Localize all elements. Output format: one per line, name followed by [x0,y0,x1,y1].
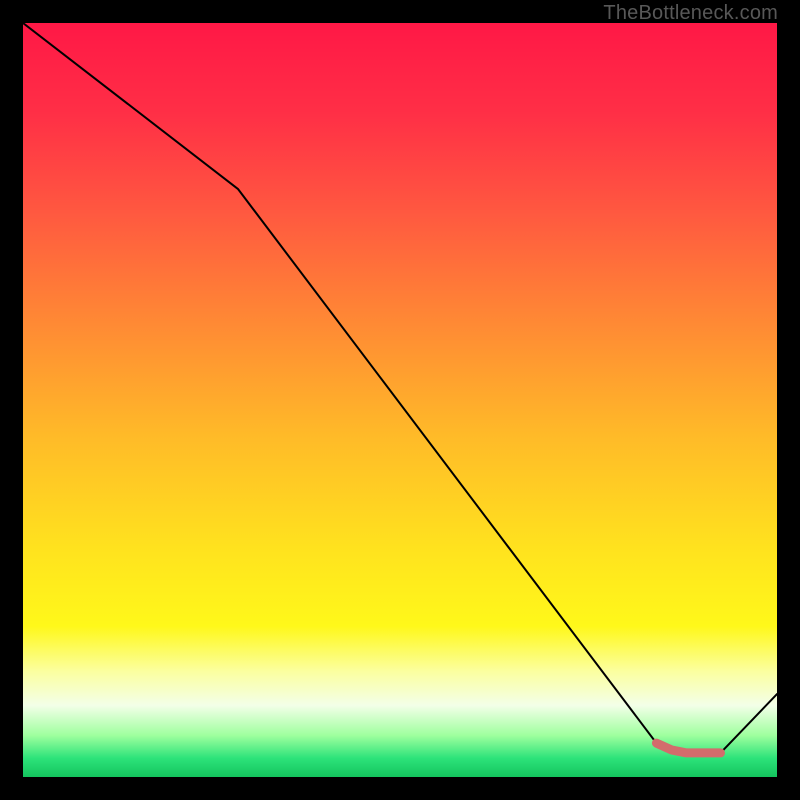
bottleneck-chart [23,23,777,777]
attribution-text: TheBottleneck.com [603,2,778,25]
gradient-bg [23,23,777,777]
chart-stage: TheBottleneck.com [0,0,800,800]
